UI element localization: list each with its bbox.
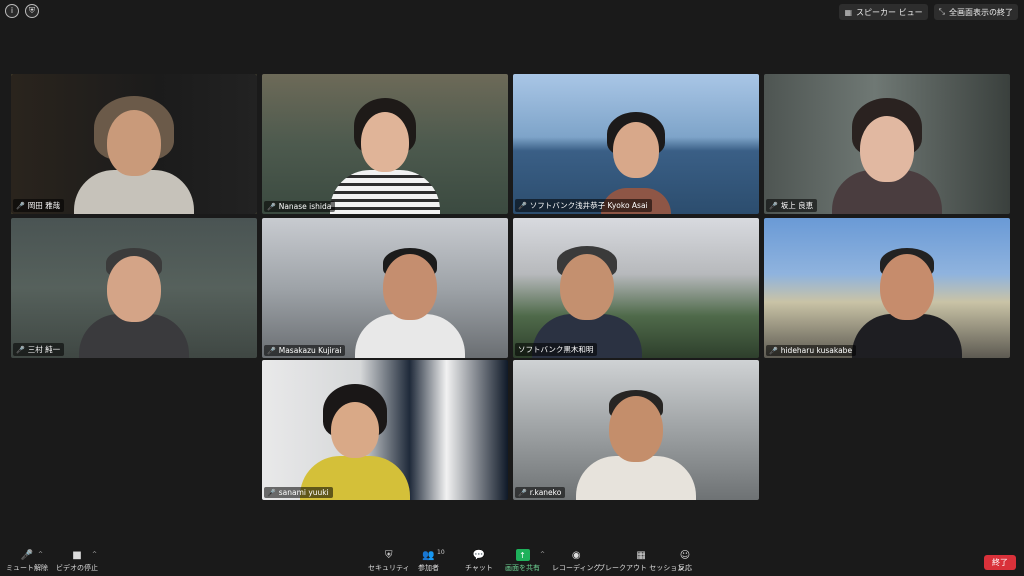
audio-options-caret[interactable]: ^ [38, 551, 43, 558]
video-tile[interactable]: ソフトバンク黒木和明 [513, 218, 759, 358]
participant-name: 三村 純一 [27, 345, 61, 354]
share-screen-button[interactable]: ↑ 画面を共有 [505, 549, 540, 573]
video-tile[interactable]: 🎤 岡田 雅哉 [11, 74, 257, 214]
muted-mic-icon: 🎤 [16, 201, 25, 210]
video-camera-icon: ■ [72, 549, 82, 561]
video-tile[interactable]: 🎤 r.kaneko [513, 360, 759, 500]
participant-figure [581, 94, 691, 214]
record-icon: ◉ [571, 549, 581, 561]
video-tile[interactable]: 🎤 坂上 良恵 [764, 74, 1010, 214]
reactions-button[interactable]: ☺ 反応 [678, 549, 692, 573]
video-tile[interactable]: 🎤 三村 純一 [11, 218, 257, 358]
video-options-caret[interactable]: ^ [92, 551, 97, 558]
participant-figure [531, 238, 642, 358]
share-options-caret[interactable]: ^ [540, 551, 545, 558]
participant-name-tag: 🎤 坂上 良恵 [766, 199, 818, 212]
participants-label: 参加者 [418, 564, 439, 572]
breakout-rooms-button[interactable]: ▦ ブレークアウト セッション [598, 549, 684, 573]
record-button[interactable]: ◉ レコーディング [552, 549, 601, 573]
video-tile[interactable]: 🎤 sanami yuuki [262, 360, 508, 500]
breakout-label: ブレークアウト セッション [598, 564, 685, 572]
chat-label: チャット [465, 564, 493, 572]
share-screen-arrow-icon: ↑ [515, 549, 530, 561]
participant-name-tag: 🎤 Masakazu Kujirai [264, 345, 346, 356]
participants-icon: 👥 [422, 549, 435, 561]
unmute-label: ミュート解除 [6, 564, 48, 572]
participant-name-tag: 🎤 hideharu kusakabe [766, 345, 857, 356]
participant-name: 岡田 雅哉 [27, 201, 61, 210]
reactions-label: 反応 [678, 564, 692, 572]
participant-name: 坂上 良恵 [780, 201, 814, 210]
muted-mic-icon: 🎤 [16, 345, 25, 354]
video-gallery: 🎤 岡田 雅哉 🎤 Nanase ishida 🎤 ソフトバンク浅井恭子 Kyo… [0, 0, 1024, 576]
smiley-icon: ☺ [679, 549, 691, 561]
muted-mic-icon: 🎤 [769, 346, 778, 355]
end-meeting-button[interactable]: 終了 [984, 555, 1016, 570]
participant-figure [832, 94, 942, 214]
video-tile[interactable]: 🎤 Nanase ishida [262, 74, 508, 214]
participants-count: 10 [437, 549, 445, 556]
muted-mic-icon: 🎤 [267, 346, 276, 355]
security-label: セキュリティ [368, 564, 410, 572]
stop-video-label: ビデオの停止 [56, 564, 98, 572]
video-tile[interactable]: 🎤 Masakazu Kujirai [262, 218, 508, 358]
participant-figure [300, 380, 411, 500]
chat-button[interactable]: 💬 チャット [465, 549, 493, 573]
participant-figure [330, 94, 440, 214]
participant-name: sanami yuuki [278, 488, 329, 497]
participant-name: r.kaneko [529, 488, 562, 497]
shield-icon: ⛨ [385, 549, 393, 561]
muted-mic-icon: 🎤 [267, 202, 276, 211]
participant-name: ソフトバンク浅井恭子 Kyoko Asai [529, 201, 648, 210]
participant-figure [74, 94, 194, 214]
participant-name: ソフトバンク黒木和明 [518, 345, 594, 354]
participant-name: Masakazu Kujirai [278, 346, 342, 355]
record-label: レコーディング [552, 564, 601, 572]
muted-mic-icon: 🎤 [769, 201, 778, 210]
breakout-grid-icon: ▦ [636, 549, 646, 561]
share-screen-label: 画面を共有 [505, 564, 540, 572]
participant-figure [79, 238, 189, 358]
muted-mic-icon: 🎤 [518, 488, 527, 497]
muted-mic-icon: 🎤 [518, 201, 527, 210]
participant-name-tag: 🎤 r.kaneko [515, 487, 566, 498]
participant-figure [576, 380, 696, 500]
participant-name-tag: 🎤 岡田 雅哉 [13, 199, 65, 212]
chat-bubble-icon: 💬 [472, 549, 486, 561]
meeting-toolbar: 🎤 ミュート解除 ^ ■ ビデオの停止 ^ ⛨ セキュリティ 👥 参加者 10 … [0, 546, 1024, 576]
participant-name-tag: 🎤 sanami yuuki [264, 487, 333, 498]
participant-name: Nanase ishida [278, 202, 332, 211]
participant-name-tag: 🎤 ソフトバンク浅井恭子 Kyoko Asai [515, 199, 652, 212]
participants-button[interactable]: 👥 参加者 [418, 549, 439, 573]
participant-figure [851, 238, 962, 358]
participant-name-tag: 🎤 三村 純一 [13, 343, 65, 356]
muted-microphone-icon: 🎤 [20, 549, 34, 561]
participant-figure [354, 238, 465, 358]
security-button[interactable]: ⛨ セキュリティ [368, 549, 410, 573]
muted-mic-icon: 🎤 [267, 488, 276, 497]
video-tile[interactable]: 🎤 hideharu kusakabe [764, 218, 1010, 358]
participant-name: hideharu kusakabe [780, 346, 853, 355]
participant-name-tag: 🎤 Nanase ishida [264, 201, 336, 212]
participant-name-tag: ソフトバンク黒木和明 [515, 343, 598, 356]
video-tile[interactable]: 🎤 ソフトバンク浅井恭子 Kyoko Asai [513, 74, 759, 214]
